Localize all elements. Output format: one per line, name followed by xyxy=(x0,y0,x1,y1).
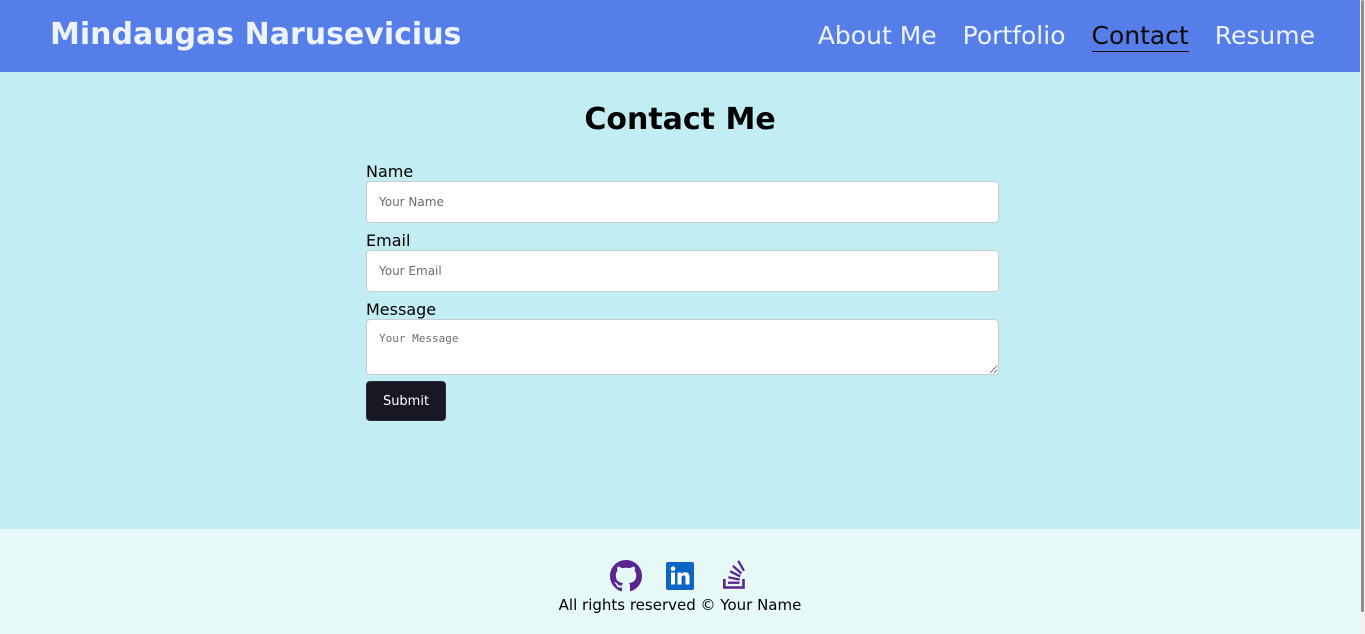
scrollbar-thumb[interactable] xyxy=(1361,0,1364,612)
name-label: Name xyxy=(366,162,414,181)
stack-overflow-icon[interactable] xyxy=(718,560,750,592)
nav-link-about[interactable]: About Me xyxy=(818,20,937,52)
social-links xyxy=(0,560,1360,592)
main-nav: About Me Portfolio Contact Resume xyxy=(818,20,1315,52)
site-footer: All rights reserved © Your Name xyxy=(0,529,1360,634)
copyright-text: All rights reserved © Your Name xyxy=(558,596,802,614)
email-label: Email xyxy=(366,231,411,250)
message-label: Message xyxy=(366,300,437,319)
linkedin-icon[interactable] xyxy=(664,560,696,592)
email-input[interactable] xyxy=(366,250,999,292)
name-input[interactable] xyxy=(366,181,999,223)
site-header: Mindaugas Narusevicius About Me Portfoli… xyxy=(0,0,1360,72)
message-textarea[interactable] xyxy=(366,319,999,375)
github-icon[interactable] xyxy=(610,560,642,592)
submit-button[interactable]: Submit xyxy=(366,381,446,421)
nav-link-resume[interactable]: Resume xyxy=(1215,20,1315,52)
nav-link-portfolio[interactable]: Portfolio xyxy=(963,20,1066,52)
site-brand[interactable]: Mindaugas Narusevicius xyxy=(50,17,461,52)
page-title: Contact Me xyxy=(584,102,776,137)
contact-form: Name Email Message Submit xyxy=(366,162,999,421)
page-scrollbar[interactable] xyxy=(1360,0,1365,634)
nav-link-contact[interactable]: Contact xyxy=(1091,20,1189,52)
